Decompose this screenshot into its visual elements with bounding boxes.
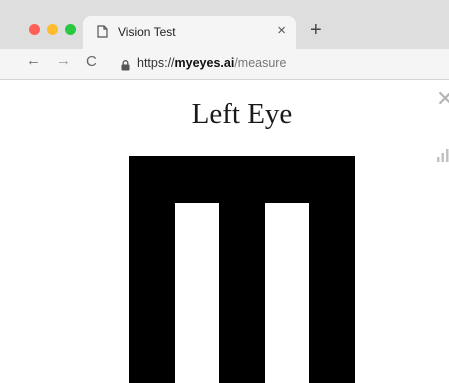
tab-title: Vision Test	[118, 25, 176, 39]
url-path: /measure	[234, 56, 287, 70]
lock-icon	[121, 58, 130, 76]
browser-tab-bar: Vision Test × +	[0, 0, 449, 49]
forward-button[interactable]: →	[56, 52, 71, 69]
page-title: Left Eye	[191, 98, 293, 130]
close-test-button[interactable]: ✕	[436, 86, 449, 112]
url-host: myeyes.ai	[174, 56, 235, 70]
signal-bars-icon	[437, 148, 449, 167]
browser-toolbar: ← → C https://myeyes.ai/measure	[0, 49, 449, 80]
optotype-right-leg	[309, 156, 355, 383]
url-scheme: https://	[137, 56, 175, 70]
minimize-window-button[interactable]	[47, 24, 58, 35]
close-window-button[interactable]	[29, 24, 40, 35]
maximize-window-button[interactable]	[65, 24, 76, 35]
reload-button[interactable]: C	[86, 53, 97, 70]
browser-tab[interactable]: Vision Test ×	[83, 16, 296, 49]
address-bar[interactable]: https://myeyes.ai/measure	[137, 56, 286, 70]
optotype-middle-leg	[219, 156, 265, 383]
page-icon	[97, 25, 108, 43]
optotype-left-leg	[129, 156, 175, 383]
tab-close-button[interactable]: ×	[277, 22, 286, 39]
new-tab-button[interactable]: +	[310, 20, 322, 40]
back-button[interactable]: ←	[26, 52, 41, 69]
e-chart-symbol	[129, 156, 355, 383]
